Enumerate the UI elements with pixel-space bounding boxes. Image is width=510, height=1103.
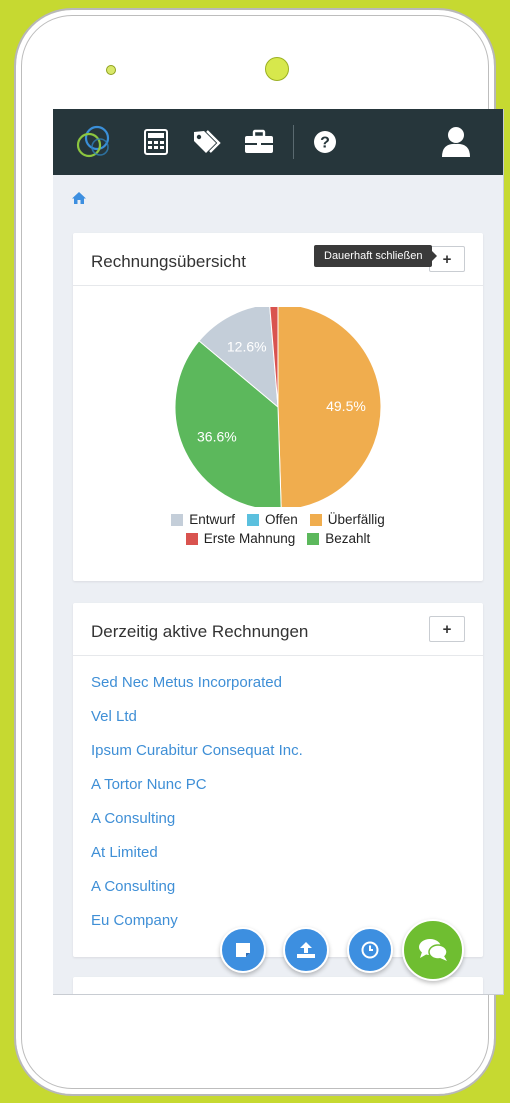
briefcase-icon[interactable] bbox=[243, 127, 275, 157]
active-invoices-header: Derzeitig aktive Rechnungen + bbox=[73, 603, 483, 656]
home-icon[interactable] bbox=[71, 191, 87, 207]
overview-card-header: Rechnungsübersicht + Dauerhaft schließen bbox=[73, 233, 483, 286]
invoice-link[interactable]: A Tortor Nunc PC bbox=[73, 774, 483, 808]
pie-chart: 49.5% 36.6% 12.6% bbox=[174, 307, 382, 507]
invoice-link[interactable]: Vel Ltd bbox=[73, 706, 483, 740]
invoice-list: Sed Nec Metus Incorporated Vel Ltd Ipsum… bbox=[73, 656, 483, 944]
navbar-divider bbox=[293, 125, 294, 159]
invoice-link[interactable]: Ipsum Curabitur Consequat Inc. bbox=[73, 740, 483, 774]
upload-icon bbox=[297, 942, 315, 958]
legend-label-ueberfaellig: Überfällig bbox=[327, 512, 385, 527]
pie-data-label: 49.5% bbox=[326, 398, 366, 414]
invoice-link[interactable]: A Consulting bbox=[73, 876, 483, 910]
legend-item-ueberfaellig: Überfällig bbox=[309, 512, 385, 527]
legend-item-bezahlt: Bezahlt bbox=[307, 531, 370, 546]
pie-data-label: 12.6% bbox=[227, 339, 267, 355]
legend-swatch-bezahlt bbox=[307, 532, 320, 545]
chat-icon bbox=[419, 939, 448, 961]
top-navbar: ? bbox=[53, 109, 503, 175]
tags-icon[interactable] bbox=[191, 127, 227, 157]
legend-label-bezahlt: Bezahlt bbox=[325, 531, 371, 546]
active-invoices-plus-button[interactable]: + bbox=[429, 616, 465, 642]
next-card bbox=[73, 977, 483, 994]
clock-icon bbox=[361, 941, 379, 959]
legend-swatch-ueberfaellig bbox=[309, 513, 322, 526]
chart-legend-row-1: Entwurf Offen Überfällig bbox=[73, 512, 483, 527]
help-icon[interactable]: ? bbox=[311, 127, 339, 157]
legend-item-entwurf: Entwurf bbox=[171, 512, 235, 527]
legend-swatch-entwurf bbox=[171, 513, 184, 526]
history-fab[interactable] bbox=[347, 927, 393, 973]
upload-fab[interactable] bbox=[283, 927, 329, 973]
invoice-link[interactable]: At Limited bbox=[73, 842, 483, 876]
calculator-icon[interactable] bbox=[141, 127, 171, 157]
note-fab[interactable] bbox=[220, 927, 266, 973]
legend-item-offen: Offen bbox=[246, 512, 298, 527]
chat-fab[interactable] bbox=[402, 919, 464, 981]
phone-frame: ? Rechnungsübersicht + Dauerhaft schließ… bbox=[14, 8, 504, 1096]
pie-data-label: 36.6% bbox=[197, 429, 237, 445]
legend-swatch-erste-mahnung bbox=[185, 532, 198, 545]
invoice-link[interactable]: A Consulting bbox=[73, 808, 483, 842]
user-icon[interactable] bbox=[439, 125, 473, 159]
overview-title: Rechnungsübersicht bbox=[91, 252, 246, 271]
logo-icon[interactable] bbox=[73, 123, 117, 161]
app-screen: ? Rechnungsübersicht + Dauerhaft schließ… bbox=[53, 109, 504, 995]
active-invoices-title: Derzeitig aktive Rechnungen bbox=[91, 622, 309, 641]
legend-label-erste-mahnung: Erste Mahnung bbox=[203, 531, 296, 546]
active-invoices-card: Derzeitig aktive Rechnungen + Sed Nec Me… bbox=[73, 603, 483, 957]
overview-card: Rechnungsübersicht + Dauerhaft schließen… bbox=[73, 233, 483, 581]
legend-item-erste-mahnung: Erste Mahnung bbox=[185, 531, 296, 546]
legend-swatch-offen bbox=[246, 513, 259, 526]
close-permanently-tooltip: Dauerhaft schließen bbox=[314, 245, 438, 267]
proximity-sensor bbox=[106, 65, 116, 75]
legend-label-offen: Offen bbox=[264, 512, 298, 527]
legend-label-entwurf: Entwurf bbox=[189, 512, 235, 527]
chart-legend-row-2: Erste Mahnung Bezahlt bbox=[73, 531, 483, 546]
note-icon bbox=[236, 943, 250, 957]
invoice-link[interactable]: Sed Nec Metus Incorporated bbox=[73, 672, 483, 706]
svg-text:?: ? bbox=[320, 135, 330, 152]
front-camera bbox=[265, 57, 289, 81]
